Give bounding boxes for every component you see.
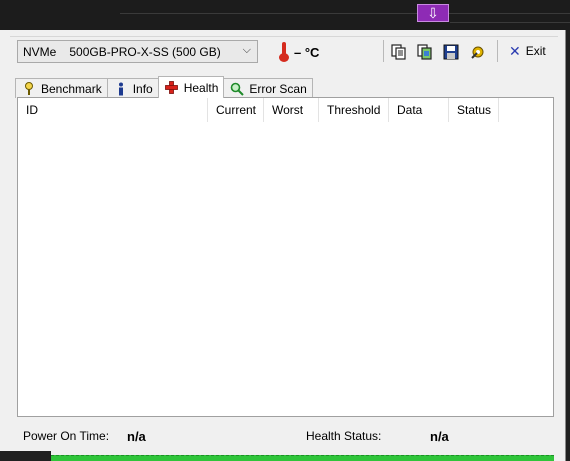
- health-status-label: Health Status:: [306, 429, 382, 443]
- tab-label: Benchmark: [41, 81, 102, 96]
- column-header-worst[interactable]: Worst: [264, 98, 319, 122]
- health-status-value: n/a: [430, 429, 449, 444]
- temperature-display: – °C: [279, 42, 319, 62]
- tab-bar: Benchmark Info Health Error Scan: [15, 76, 313, 98]
- background-line: [450, 22, 570, 23]
- background-strip: ⇩: [0, 0, 570, 30]
- tab-health[interactable]: Health: [157, 76, 225, 98]
- temperature-value: – °C: [294, 44, 320, 60]
- column-header-current[interactable]: Current: [208, 98, 264, 122]
- toolbar-separator: [383, 40, 384, 62]
- tab-label: Info: [132, 81, 153, 96]
- toolbar-separator: [497, 40, 498, 62]
- column-header-data[interactable]: Data: [389, 98, 449, 122]
- column-header-threshold[interactable]: Threshold: [319, 98, 389, 122]
- thermometer-icon: [279, 42, 289, 62]
- column-header-id[interactable]: ID: [18, 98, 208, 122]
- tab-benchmark[interactable]: Benchmark: [15, 78, 108, 98]
- smart-attributes-table: ID Current Worst Threshold Data Status: [17, 97, 554, 417]
- table-header: ID Current Worst Threshold Data Status: [18, 98, 553, 122]
- settings-wrench-icon[interactable]: [469, 43, 487, 61]
- info-icon: [114, 82, 128, 96]
- tab-label: Error Scan: [249, 81, 307, 96]
- exit-button[interactable]: ✕ Exit: [509, 44, 546, 58]
- copy-icon[interactable]: [390, 43, 408, 61]
- magnifier-icon: [230, 82, 245, 96]
- drive-selector[interactable]: NVMe 500GB-PRO-X-SS (500 GB) ⌵: [17, 40, 258, 63]
- download-arrow-button[interactable]: ⇩: [417, 4, 449, 22]
- save-icon[interactable]: [442, 43, 460, 61]
- close-icon: ✕: [509, 43, 521, 59]
- exit-label: Exit: [525, 44, 546, 58]
- column-header-status[interactable]: Status: [449, 98, 499, 122]
- copy-screenshot-icon[interactable]: [416, 43, 434, 61]
- background-strip: [0, 451, 51, 461]
- tab-info[interactable]: Info: [106, 78, 159, 98]
- down-arrow-icon: ⇩: [427, 5, 439, 21]
- main-window: NVMe 500GB-PRO-X-SS (500 GB) ⌵ – °C ✕ Ex…: [0, 30, 566, 461]
- tab-error-scan[interactable]: Error Scan: [223, 78, 313, 98]
- toolbar-divider: [10, 36, 558, 37]
- health-cross-icon: [165, 81, 179, 95]
- drive-name: 500GB-PRO-X-SS (500 GB): [69, 44, 221, 59]
- benchmark-icon: [22, 81, 36, 96]
- progress-bar: [51, 455, 554, 461]
- tab-label: Health: [183, 80, 219, 95]
- power-on-time-label: Power On Time:: [23, 429, 110, 443]
- background-line: [120, 13, 570, 14]
- power-on-time-value: n/a: [127, 429, 146, 444]
- chevron-down-icon: ⌵: [242, 44, 251, 56]
- drive-type: NVMe: [23, 44, 57, 59]
